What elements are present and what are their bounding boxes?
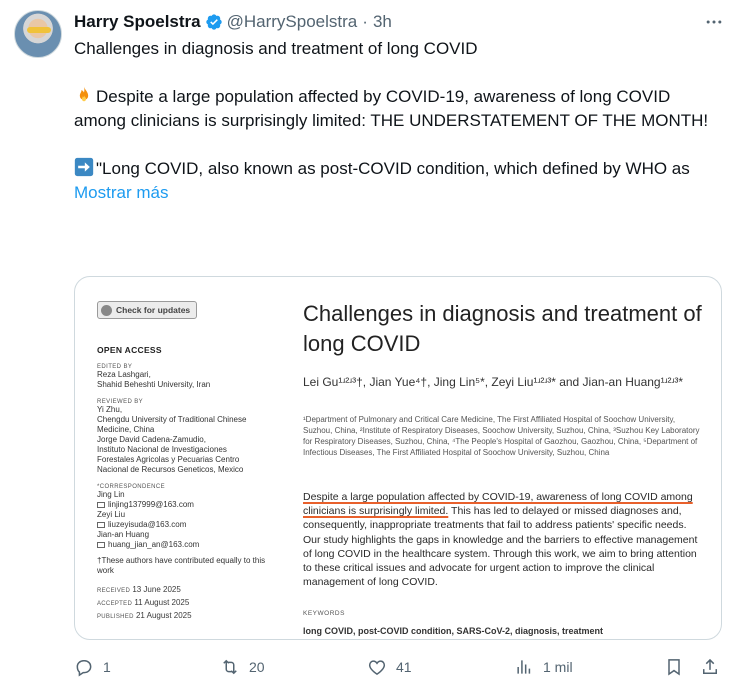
email-text: huang_jian_an@163.com	[108, 539, 200, 549]
check-for-updates-button: Check for updates	[97, 301, 198, 319]
reply-icon	[76, 660, 92, 677]
keywords: long COVID, post-COVID condition, SARS-C…	[303, 626, 604, 636]
reply-button[interactable]: 1	[74, 655, 111, 679]
reviewed-by-line: Medicine, China	[97, 424, 155, 434]
contribution-note: †These authors have contributed equally …	[97, 555, 266, 575]
reviewed-by-line: Forestales Agricolas y Pecuarias Centro	[97, 454, 240, 464]
tweet-header: Harry Spoelstra @HarrySpoelstra · 3h	[74, 10, 392, 34]
mail-icon	[97, 541, 105, 548]
right-arrow-emoji-icon	[74, 157, 94, 177]
correspondent-email: liuzeyisuda@163.com	[97, 520, 275, 530]
accepted-label: ACCEPTED	[97, 600, 133, 607]
paper-title: Challenges in diagnosis and treatment of…	[303, 301, 702, 356]
publication-dates: RECEIVED 13 June 2025 ACCEPTED 11 August…	[97, 584, 275, 623]
like-count: 41	[396, 659, 412, 675]
repost-count: 20	[249, 659, 265, 675]
avatar[interactable]	[14, 10, 62, 58]
reviewed-by-line: Instituto Nacional de Investigaciones	[97, 444, 227, 454]
repost-button[interactable]: 20	[220, 655, 265, 679]
separator-dot: ·	[362, 12, 368, 31]
received-date: 13 June 2025	[132, 584, 181, 594]
share-button[interactable]	[700, 655, 720, 679]
check-for-updates-label: Check for updates	[116, 305, 191, 315]
email-text: liuzeyisuda@163.com	[108, 519, 187, 529]
tweet-line-title: Challenges in diagnosis and treatment of…	[74, 39, 478, 58]
abstract-rest: This has led to delayed or missed diagno…	[303, 505, 698, 589]
paper-abstract: Despite a large population affected by C…	[303, 490, 703, 589]
correspondent-email: huang_jian_an@163.com	[97, 540, 275, 550]
timestamp[interactable]: 3h	[373, 12, 392, 32]
edited-by-line: Reza Lashgari,	[97, 369, 151, 379]
bookmark-icon	[668, 659, 680, 676]
tweet-paragraph-2-text: Despite a large population affected by C…	[74, 87, 709, 130]
tweet-paragraph-3: "Long COVID, also known as post-COVID co…	[74, 157, 722, 181]
received-label: RECEIVED	[97, 587, 131, 594]
author-handle[interactable]: @HarrySpoelstra	[227, 12, 358, 32]
bookmark-button[interactable]	[664, 655, 684, 679]
verified-badge-icon	[205, 14, 222, 30]
reviewed-by-line: Jorge David Cadena-Zamudio,	[97, 434, 206, 444]
heart-icon	[368, 660, 386, 675]
published-date: 21 August 2025	[135, 610, 192, 620]
views-count: 1 mil	[543, 659, 573, 675]
correspondent-name: Jing Lin	[97, 489, 125, 499]
correspondent-email: linjing137999@163.com	[97, 500, 275, 510]
share-icon	[703, 658, 717, 674]
repost-icon	[223, 659, 237, 675]
edited-by-line: Shahid Beheshti University, Iran	[97, 379, 211, 389]
reviewed-by-line: Chengdu University of Traditional Chines…	[97, 414, 247, 424]
fire-emoji-icon	[79, 86, 89, 102]
show-more-link[interactable]: Mostrar más	[74, 181, 168, 205]
keywords-label: KEYWORDS	[303, 610, 345, 617]
paper-authors: Lei Gu¹ʴ²ʴ³†, Jian Yue⁴†, Jing Lin⁵*, Ze…	[303, 375, 684, 389]
more-options-icon[interactable]	[704, 12, 724, 32]
mail-icon	[97, 521, 105, 528]
attached-image-paper[interactable]: Check for updates OPEN ACCESS EDITED BY …	[74, 276, 722, 640]
correspondent-name: Zeyi Liu	[97, 509, 126, 519]
published-label: PUBLISHED	[97, 613, 134, 620]
paper-sidebar: Check for updates OPEN ACCESS EDITED BY …	[97, 301, 275, 623]
tweet-text: Challenges in diagnosis and treatment of…	[74, 37, 722, 205]
views-button[interactable]: 1 mil	[514, 655, 573, 679]
open-access-label: OPEN ACCESS	[97, 344, 162, 355]
reviewed-by-line: Nacional de Recursos Geneticos, Mexico	[97, 464, 244, 474]
author-name[interactable]: Harry Spoelstra	[74, 12, 201, 32]
paper-affiliations: ¹Department of Pulmonary and Critical Ca…	[303, 415, 700, 457]
update-badge-icon	[101, 304, 112, 316]
reply-count: 1	[103, 659, 111, 675]
action-bar: 1 20 41 1 mil	[74, 655, 724, 679]
reviewed-by-line: Yi Zhu,	[97, 404, 123, 414]
mail-icon	[97, 501, 105, 508]
correspondent-name: Jian-an Huang	[97, 529, 150, 539]
accepted-date: 11 August 2025	[134, 597, 190, 607]
tweet-paragraph-3-text: "Long COVID, also known as post-COVID co…	[96, 159, 690, 178]
email-text: linjing137999@163.com	[108, 499, 194, 509]
tweet[interactable]: Harry Spoelstra @HarrySpoelstra · 3h Cha…	[0, 0, 740, 700]
tweet-paragraph-2: Despite a large population affected by C…	[74, 85, 722, 133]
views-chart-icon	[517, 660, 531, 674]
like-button[interactable]: 41	[367, 655, 412, 679]
